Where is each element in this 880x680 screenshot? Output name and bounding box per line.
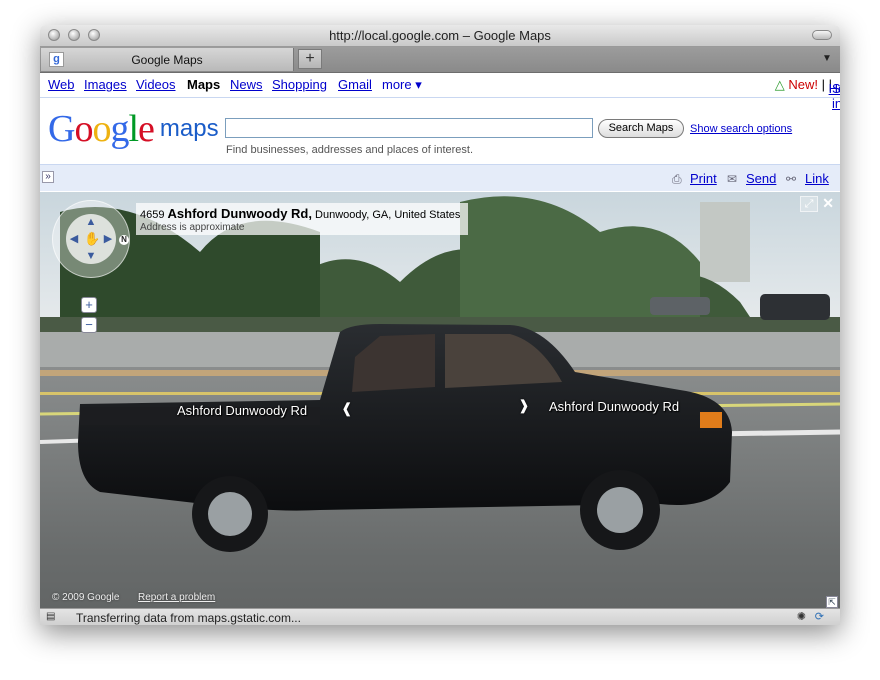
link-link[interactable]: Link xyxy=(805,171,829,186)
new-badge[interactable]: New! xyxy=(788,77,818,92)
activity-bug-icon[interactable]: ✺ xyxy=(797,610,806,623)
nav-more[interactable]: more ▾ xyxy=(382,77,422,93)
address-city: Dunwoody, GA, United States xyxy=(315,209,461,221)
compass-north: N xyxy=(119,235,129,245)
search-input[interactable] xyxy=(225,118,593,138)
street-view-panorama[interactable]: ▲ ◀ ✋ ▶ ▼ N + − 4659 Ashford Dunwoody Rd… xyxy=(40,192,840,608)
chain-link-icon[interactable]: ⚯ xyxy=(786,172,796,186)
address-overlay: 4659 Ashford Dunwoody Rd, Dunwoody, GA, … xyxy=(136,203,468,235)
toolbar-toggle-button[interactable] xyxy=(812,30,832,40)
nav-news[interactable]: News xyxy=(230,77,263,92)
tab-bar: g Google Maps + ▼ xyxy=(40,47,840,73)
fullscreen-icon[interactable]: ⤢ xyxy=(800,196,818,212)
search-hint: Find businesses, addresses and places of… xyxy=(226,144,474,156)
direction-right-arrow-icon[interactable]: ❱ xyxy=(518,397,530,414)
zoom-out-button[interactable]: − xyxy=(81,317,97,333)
address-street: Ashford Dunwoody Rd, xyxy=(167,206,312,221)
corner-resize-icon[interactable]: ⇱ xyxy=(826,596,838,608)
printer-icon[interactable]: ⎙ xyxy=(672,172,682,187)
nav-images[interactable]: Images xyxy=(84,77,127,92)
print-link[interactable]: Print xyxy=(690,171,717,186)
tab-overflow-icon[interactable]: ▼ xyxy=(820,53,834,65)
status-toggle-icon[interactable]: ▤ xyxy=(46,611,62,623)
search-maps-button[interactable]: Search Maps xyxy=(598,119,684,138)
zoom-in-button[interactable]: + xyxy=(81,297,97,313)
status-text: Transferring data from maps.gstatic.com.… xyxy=(76,611,301,625)
google-maps-logo[interactable]: Google maps xyxy=(48,107,219,151)
envelope-icon[interactable]: ✉ xyxy=(727,172,737,186)
sync-icon[interactable]: ⟳ xyxy=(815,610,824,623)
beaker-icon: △ xyxy=(774,77,785,92)
google-nav-bar: Web Images Videos Maps News Shopping Gma… xyxy=(40,73,840,111)
nav-gmail[interactable]: Gmail xyxy=(338,77,372,92)
logo-letter: G xyxy=(48,108,75,150)
nav-shopping[interactable]: Shopping xyxy=(272,77,327,92)
report-problem-link[interactable]: Report a problem xyxy=(138,592,215,603)
copyright-text: © 2009 Google xyxy=(52,592,120,603)
close-icon[interactable]: ✕ xyxy=(822,195,834,212)
logo-maps-text: maps xyxy=(159,115,219,142)
address-number: 4659 xyxy=(140,209,165,221)
sign-in-link[interactable]: Sign in xyxy=(832,81,840,111)
browser-window: http://local.google.com – Google Maps g … xyxy=(40,25,840,625)
pan-right-icon[interactable]: ▶ xyxy=(101,232,115,246)
street-view-image xyxy=(40,192,840,608)
hand-icon: ✋ xyxy=(84,231,101,246)
address-note: Address is approximate xyxy=(140,222,245,233)
user-links: △ New! | Help | Sign in xyxy=(774,77,840,111)
tab-label: Google Maps xyxy=(131,53,203,67)
title-bar: http://local.google.com – Google Maps xyxy=(40,25,840,47)
send-link[interactable]: Send xyxy=(746,171,776,186)
logo-letter: o xyxy=(92,108,111,150)
direction-left-arrow-icon[interactable]: ❰ xyxy=(341,400,353,417)
road-label-left: Ashford Dunwoody Rd xyxy=(177,403,308,418)
collapse-panel-button[interactable]: » xyxy=(42,171,54,183)
new-tab-button[interactable]: + xyxy=(298,49,322,69)
tab-google-maps[interactable]: g Google Maps xyxy=(41,48,294,71)
pan-left-icon[interactable]: ◀ xyxy=(67,232,81,246)
show-search-options-link[interactable]: Show search options xyxy=(690,123,792,135)
nav-videos[interactable]: Videos xyxy=(136,77,176,92)
nav-maps: Maps xyxy=(187,77,221,92)
nav-web[interactable]: Web xyxy=(48,77,75,92)
pan-down-icon[interactable]: ▼ xyxy=(84,249,98,263)
navigation-control[interactable]: ▲ ◀ ✋ ▶ ▼ N xyxy=(52,200,130,278)
pan-control[interactable]: ▲ ◀ ✋ ▶ ▼ xyxy=(66,214,116,264)
separator: | xyxy=(821,77,825,92)
pan-up-icon[interactable]: ▲ xyxy=(84,215,98,229)
logo-letter: e xyxy=(138,108,155,150)
logo-letter: g xyxy=(110,108,129,150)
logo-letter: l xyxy=(128,108,139,150)
map-toolbar: » ⎙ Print ✉ Send ⚯ Link xyxy=(40,164,840,191)
address-line: 4659 Ashford Dunwoody Rd, Dunwoody, GA, … xyxy=(140,206,460,221)
logo-letter: o xyxy=(74,108,93,150)
window-title: http://local.google.com – Google Maps xyxy=(329,28,551,43)
road-label-right: Ashford Dunwoody Rd xyxy=(549,399,680,414)
status-bar: ▤ Transferring data from maps.gstatic.co… xyxy=(40,608,840,625)
